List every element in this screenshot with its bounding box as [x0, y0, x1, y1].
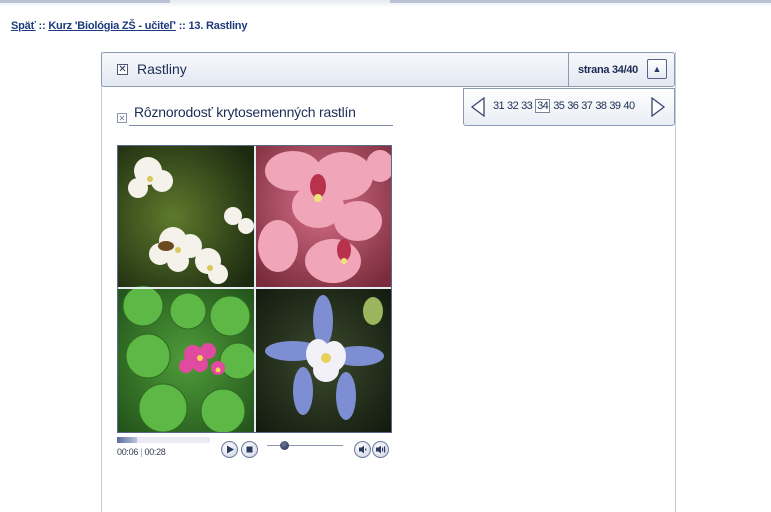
page-number-link[interactable]: 38	[595, 100, 607, 112]
course-link[interactable]: Kurz 'Biológia ZŠ - učiteľ'	[48, 20, 176, 32]
next-page-button[interactable]	[650, 97, 666, 117]
lesson-title: Rastliny	[137, 61, 187, 77]
page-navigator: 31 32 33 34 35 36 37 38 39 40	[463, 88, 675, 126]
section-underline	[129, 125, 393, 126]
water-lily-photo	[118, 285, 257, 432]
page-number-link[interactable]: 37	[581, 100, 593, 112]
video-frame[interactable]	[117, 145, 392, 433]
volume-down-button[interactable]	[354, 441, 371, 458]
breadcrumb: Späť :: Kurz 'Biológia ZŠ - učiteľ' :: 1…	[11, 20, 247, 32]
page-number-link[interactable]: 32	[507, 100, 519, 112]
total-time: 00:28	[144, 447, 166, 457]
page-number-link[interactable]: 39	[609, 100, 621, 112]
close-box-icon[interactable]: ✕	[117, 113, 127, 123]
lesson-header: ✕ Rastliny strana 34/40 ▲	[101, 52, 675, 87]
seek-bar[interactable]	[117, 437, 210, 443]
top-rule-segment	[390, 0, 771, 3]
page-number-current[interactable]: 34	[535, 99, 551, 113]
breadcrumb-separator: ::	[178, 20, 186, 32]
seek-progress	[117, 437, 137, 443]
flowers-collage-image	[118, 146, 391, 432]
play-button[interactable]	[221, 441, 238, 458]
page-number-link[interactable]: 31	[493, 100, 505, 112]
page-number-link[interactable]: 35	[553, 100, 565, 112]
columbine-photo	[255, 288, 391, 432]
speaker-quieter-icon	[359, 445, 367, 454]
section-title: Rôznorodosť krytosemenných rastlín	[134, 104, 356, 120]
time-separator: |	[140, 447, 143, 457]
stop-icon	[246, 446, 253, 453]
page-number-link[interactable]: 40	[623, 100, 635, 112]
stop-button[interactable]	[241, 441, 258, 458]
page-number-link[interactable]: 33	[521, 100, 533, 112]
volume-knob[interactable]	[279, 441, 289, 450]
triangle-right-icon	[651, 97, 666, 117]
pink-orchid-photo	[255, 146, 391, 288]
volume-track	[267, 445, 343, 446]
white-blossom-photo	[118, 146, 255, 288]
triangle-left-icon	[470, 97, 485, 117]
time-readout: 00:06 | 00:28	[117, 447, 166, 457]
top-rule	[0, 0, 771, 7]
breadcrumb-separator: ::	[38, 20, 46, 32]
play-icon	[227, 445, 234, 454]
triangle-up-icon: ▲	[652, 64, 662, 74]
speaker-louder-icon	[376, 445, 386, 454]
page-indicator: strana 34/40	[578, 64, 638, 76]
back-link[interactable]: Späť	[11, 20, 36, 32]
volume-slider[interactable]	[267, 441, 343, 451]
close-box-icon[interactable]: ✕	[117, 64, 128, 75]
page-number-link[interactable]: 36	[567, 100, 579, 112]
volume-up-button[interactable]	[372, 441, 389, 458]
page-number-list: 31 32 33 34 35 36 37 38 39 40	[493, 99, 637, 113]
breadcrumb-current: 13. Rastliny	[188, 20, 248, 32]
top-rule-segment	[0, 0, 170, 3]
collapse-button[interactable]: ▲	[647, 59, 667, 79]
prev-page-button[interactable]	[470, 97, 486, 117]
elapsed-time: 00:06	[117, 447, 139, 457]
header-divider	[568, 53, 569, 86]
